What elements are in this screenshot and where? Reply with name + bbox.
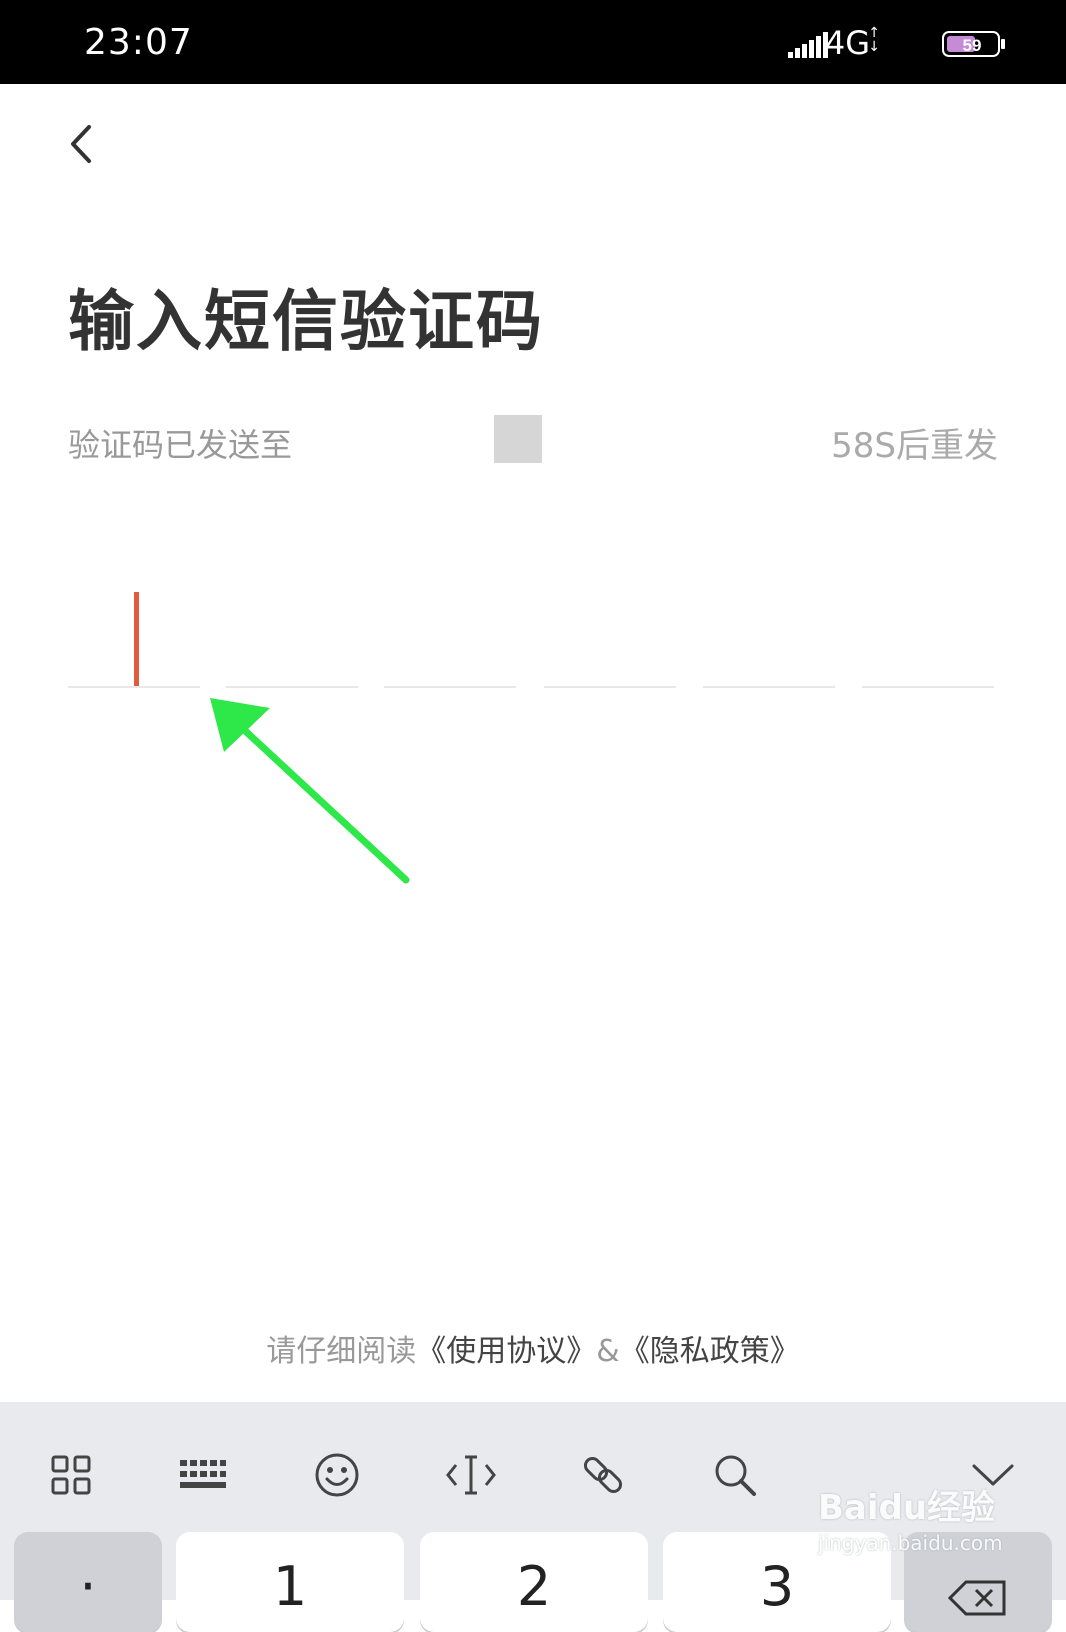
link-icon[interactable] xyxy=(568,1440,638,1510)
code-digit-box-1[interactable] xyxy=(68,560,200,688)
signal-icon xyxy=(788,32,830,62)
emoji-icon[interactable] xyxy=(302,1440,372,1510)
code-digit-box-5[interactable] xyxy=(703,560,835,688)
data-activity-icon: ↑ ↓ xyxy=(868,25,880,55)
symbol-key[interactable]: · xyxy=(14,1532,162,1632)
annotation-arrow-icon xyxy=(210,698,410,884)
backspace-key[interactable] xyxy=(904,1532,1052,1632)
code-digit-box-3[interactable] xyxy=(384,560,516,688)
resend-countdown[interactable]: 58S后重发 xyxy=(831,418,998,467)
code-underline xyxy=(703,686,835,688)
sent-to-label: 验证码已发送至 xyxy=(68,426,293,464)
status-time: 23:07 xyxy=(84,22,193,63)
network-type: 4G xyxy=(824,24,870,62)
code-underline xyxy=(862,686,994,688)
code-underline xyxy=(226,686,358,688)
keyboard-icon[interactable] xyxy=(168,1440,238,1510)
code-digit-box-6[interactable] xyxy=(862,560,994,688)
agreement-separator: & xyxy=(596,1334,620,1369)
key-1[interactable]: 1 xyxy=(176,1532,404,1632)
grid-icon[interactable] xyxy=(36,1440,106,1510)
terms-of-use-link[interactable]: 《使用协议》 xyxy=(416,1334,596,1369)
key-3[interactable]: 3 xyxy=(663,1532,891,1632)
text-cursor xyxy=(134,592,139,688)
agreement-prefix: 请仔细阅读 xyxy=(266,1334,417,1369)
code-digit-box-2[interactable] xyxy=(226,560,358,688)
backspace-icon xyxy=(947,1580,1006,1616)
page-title: 输入短信验证码 xyxy=(68,283,544,360)
cursor-move-icon[interactable] xyxy=(436,1440,506,1510)
chevron-left-icon xyxy=(71,125,91,163)
privacy-policy-link[interactable]: 《隐私政策》 xyxy=(620,1334,800,1369)
code-underline xyxy=(544,686,676,688)
soft-keyboard: · 1 2 3 xyxy=(0,1402,1066,1632)
code-underline xyxy=(68,686,200,688)
code-underline xyxy=(384,686,516,688)
status-bar: 23:07 4G ↑ ↓ 59 xyxy=(0,0,1066,84)
agreement-notice: 请仔细阅读《使用协议》&《隐私政策》 xyxy=(0,1326,1066,1370)
svg-text:59: 59 xyxy=(963,36,982,55)
key-2[interactable]: 2 xyxy=(420,1532,648,1632)
collapse-icon[interactable] xyxy=(958,1440,1028,1510)
back-button[interactable] xyxy=(52,116,108,172)
battery-icon: 59 xyxy=(942,30,1008,62)
search-icon[interactable] xyxy=(700,1440,770,1510)
code-digit-box-4[interactable] xyxy=(544,560,676,688)
redacted-phone-number xyxy=(494,415,542,463)
